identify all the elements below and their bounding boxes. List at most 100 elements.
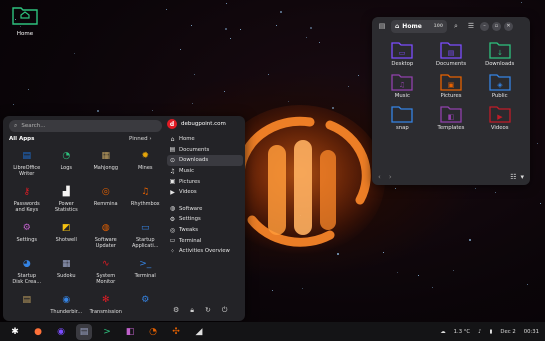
- sidebar-item-downloads[interactable]: ⊙ Downloads: [167, 155, 243, 166]
- app-launcher[interactable]: ◍ Software Updater: [86, 218, 126, 254]
- folder-item[interactable]: ↓ Downloads: [475, 41, 524, 67]
- settings-icon[interactable]: ⚙: [173, 306, 179, 315]
- sidebar-toggle-icon[interactable]: ▤: [376, 20, 388, 32]
- editor-icon[interactable]: ◢: [191, 324, 207, 340]
- sidebar-item-tweaks[interactable]: ◎ Tweaks: [167, 225, 243, 236]
- sidebar-item-software[interactable]: ◍ Software: [167, 204, 243, 215]
- star: [475, 187, 477, 189]
- app-launcher[interactable]: ⚙ Settings: [7, 218, 47, 254]
- sidebar-item-label: Videos: [179, 189, 197, 196]
- folder-icon: ▶: [489, 106, 511, 123]
- desktop-home-icon[interactable]: Home: [8, 5, 42, 37]
- close-button[interactable]: ✕: [504, 21, 513, 31]
- sidebar-item-videos[interactable]: ▶ Videos: [167, 187, 243, 198]
- app-launcher[interactable]: ✻ Transmission: [86, 290, 126, 326]
- star: [537, 142, 539, 144]
- view-list-icon[interactable]: ☷: [510, 173, 516, 181]
- app-label: Terminal: [134, 273, 156, 279]
- app-label: Startup Applicati...: [132, 237, 159, 249]
- star: [394, 188, 396, 190]
- volume-icon[interactable]: ♪: [478, 329, 481, 335]
- sidebar-item-activities-overview[interactable]: ⁘ Activities Overview: [167, 246, 243, 257]
- sidebar-item-pictures[interactable]: ▣ Pictures: [167, 176, 243, 187]
- folder-item[interactable]: ▤ Documents: [427, 41, 476, 67]
- battery-icon[interactable]: ▮: [490, 329, 493, 335]
- sidebar-item-home[interactable]: ⌂ Home: [167, 134, 243, 145]
- location-bar[interactable]: ⌂ Home 100: [391, 19, 447, 33]
- pinned-toggle[interactable]: Pinned ›: [129, 136, 152, 142]
- sidebar-item-music[interactable]: ♫ Music: [167, 166, 243, 177]
- power-icon[interactable]: ⏻: [222, 306, 228, 315]
- star: [417, 274, 419, 276]
- app-label: Sudoku: [57, 273, 76, 279]
- folder-item[interactable]: snap: [378, 105, 427, 131]
- browser-icon[interactable]: ◉: [53, 324, 69, 340]
- folder-icon: ◈: [489, 74, 511, 91]
- minimize-button[interactable]: –: [480, 21, 489, 31]
- forward-icon[interactable]: ›: [389, 173, 392, 181]
- search-icon[interactable]: ⌕: [450, 20, 462, 32]
- app-launcher[interactable]: ◎ Remmina: [86, 182, 126, 218]
- system-list: ◍ Software ⚙ Settings ◎ Tweaks ▭ Terminal ⁘ …: [167, 204, 243, 257]
- sidebar-item-documents[interactable]: ▤ Documents: [167, 145, 243, 156]
- avatar: d: [167, 119, 177, 129]
- restart-icon[interactable]: ↻: [205, 306, 211, 315]
- search-icon: ⌕: [14, 122, 18, 129]
- app-launcher[interactable]: ▤: [7, 290, 47, 326]
- menu-icon[interactable]: ☰: [465, 20, 477, 32]
- folder-item[interactable]: ◧ Templates: [427, 105, 476, 131]
- app-launcher[interactable]: ⚷ Passwords and Keys: [7, 182, 47, 218]
- music-icon[interactable]: ◔: [145, 324, 161, 340]
- search-input[interactable]: ⌕ Search...: [9, 120, 162, 132]
- sidebar-item-settings[interactable]: ⚙ Settings: [167, 214, 243, 225]
- all-apps-heading: All Apps: [9, 136, 35, 142]
- app-launcher[interactable]: ▟ Power Statistics: [47, 182, 87, 218]
- app-launcher[interactable]: ⚙: [126, 290, 166, 326]
- app-icon: ▟: [62, 187, 70, 197]
- sidebar-item-label: Activities Overview: [179, 248, 230, 255]
- terminal-icon[interactable]: >: [99, 324, 115, 340]
- star: [305, 36, 307, 38]
- app-launcher[interactable]: ▦ Sudoku: [47, 254, 87, 290]
- app-launcher[interactable]: ✹ Mines: [126, 146, 166, 182]
- app-launcher[interactable]: ▦ Mahjongg: [86, 146, 126, 182]
- store-icon[interactable]: ◧: [122, 324, 138, 340]
- app-label: Software Updater: [94, 237, 117, 249]
- user-account[interactable]: d debugpoint.com: [167, 119, 243, 129]
- star: [494, 191, 496, 193]
- terminal-icon: ▭: [169, 237, 176, 245]
- firefox-icon[interactable]: ●: [30, 324, 46, 340]
- location-label: Home: [402, 22, 422, 30]
- folder-item[interactable]: ♫ Music: [378, 73, 427, 99]
- app-launcher[interactable]: ∿ System Monitor: [86, 254, 126, 290]
- app-launcher[interactable]: >_ Terminal: [126, 254, 166, 290]
- star: [468, 239, 471, 242]
- menu-icon[interactable]: ✱: [7, 324, 23, 340]
- app-launcher[interactable]: ▭ Startup Applicati...: [126, 218, 166, 254]
- file-manager-window[interactable]: ▤ ⌂ Home 100 ⌕ ☰ – ▫ ✕ ▭ Desktop ▤ Docum…: [372, 17, 530, 185]
- svg-text:▣: ▣: [448, 81, 455, 89]
- sidebar-item-terminal[interactable]: ▭ Terminal: [167, 235, 243, 246]
- app-launcher[interactable]: ◔ Logs: [47, 146, 87, 182]
- app-grid: ▤ LibreOffice Writer ◔ Logs ▦ Mahjongg ✹ Mi…: [7, 146, 165, 326]
- back-icon[interactable]: ‹: [378, 173, 381, 181]
- folder-item[interactable]: ◈ Public: [475, 73, 524, 99]
- home-icon: ⌂: [395, 22, 400, 30]
- app-launcher[interactable]: ◕ Startup Disk Crea...: [7, 254, 47, 290]
- app-launcher[interactable]: ▤ LibreOffice Writer: [7, 146, 47, 182]
- svg-text:↓: ↓: [497, 49, 503, 57]
- settings-icon[interactable]: ✣: [168, 324, 184, 340]
- files-icon[interactable]: ▤: [76, 323, 92, 340]
- folder-item[interactable]: ▭ Desktop: [378, 41, 427, 67]
- app-launcher[interactable]: ◩ Shotwell: [47, 218, 87, 254]
- folder-item[interactable]: ▶ Videos: [475, 105, 524, 131]
- app-icon: ◍: [101, 223, 110, 233]
- lock-icon[interactable]: 🔒︎: [190, 306, 194, 315]
- folder-item[interactable]: ▣ Pictures: [427, 73, 476, 99]
- maximize-button[interactable]: ▫: [492, 21, 501, 31]
- app-launcher[interactable]: ◉ Thunderbir...: [47, 290, 87, 326]
- view-options-icon[interactable]: ▾: [520, 173, 524, 181]
- user-name: debugpoint.com: [181, 121, 226, 127]
- star: [539, 203, 541, 205]
- app-launcher[interactable]: ♫ Rhythmbox: [126, 182, 166, 218]
